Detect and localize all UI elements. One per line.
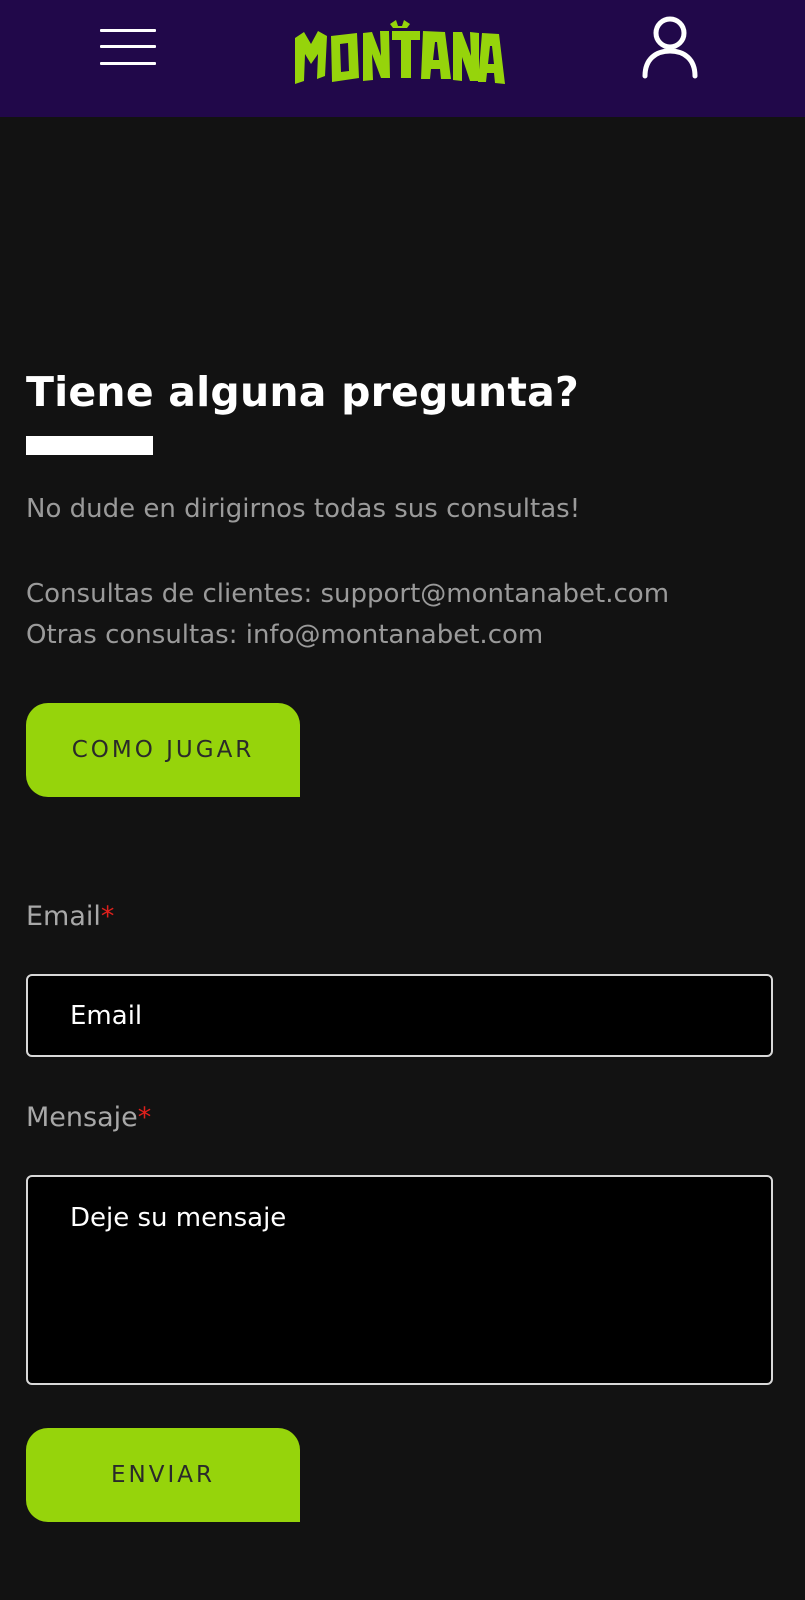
clients-contact-text: Consultas de clientes: support@montanabe… — [26, 579, 670, 609]
page-title: Tiene alguna pregunta? — [26, 368, 580, 416]
message-field[interactable] — [26, 1175, 773, 1385]
submit-button[interactable]: ENVIAR — [26, 1428, 300, 1522]
required-mark: * — [100, 901, 115, 932]
message-label-text: Mensaje — [26, 1102, 138, 1133]
menu-icon-bar — [100, 29, 156, 32]
how-to-play-button[interactable]: COMO JUGAR — [26, 703, 300, 797]
email-field[interactable] — [26, 974, 773, 1057]
menu-button[interactable] — [100, 27, 156, 67]
top-header — [0, 0, 805, 117]
message-label: Mensaje* — [26, 1102, 151, 1133]
menu-icon-bar — [100, 62, 156, 65]
other-contact-text: Otras consultas: info@montanabet.com — [26, 620, 544, 650]
email-label-text: Email — [26, 901, 101, 932]
user-account-icon[interactable] — [640, 15, 700, 81]
intro-text: No dude en dirigirnos todas sus consulta… — [26, 494, 581, 524]
required-mark: * — [137, 1102, 152, 1133]
email-label: Email* — [26, 901, 114, 932]
menu-icon-bar — [100, 45, 156, 48]
title-underline — [26, 436, 153, 455]
montana-logo[interactable] — [295, 20, 505, 86]
